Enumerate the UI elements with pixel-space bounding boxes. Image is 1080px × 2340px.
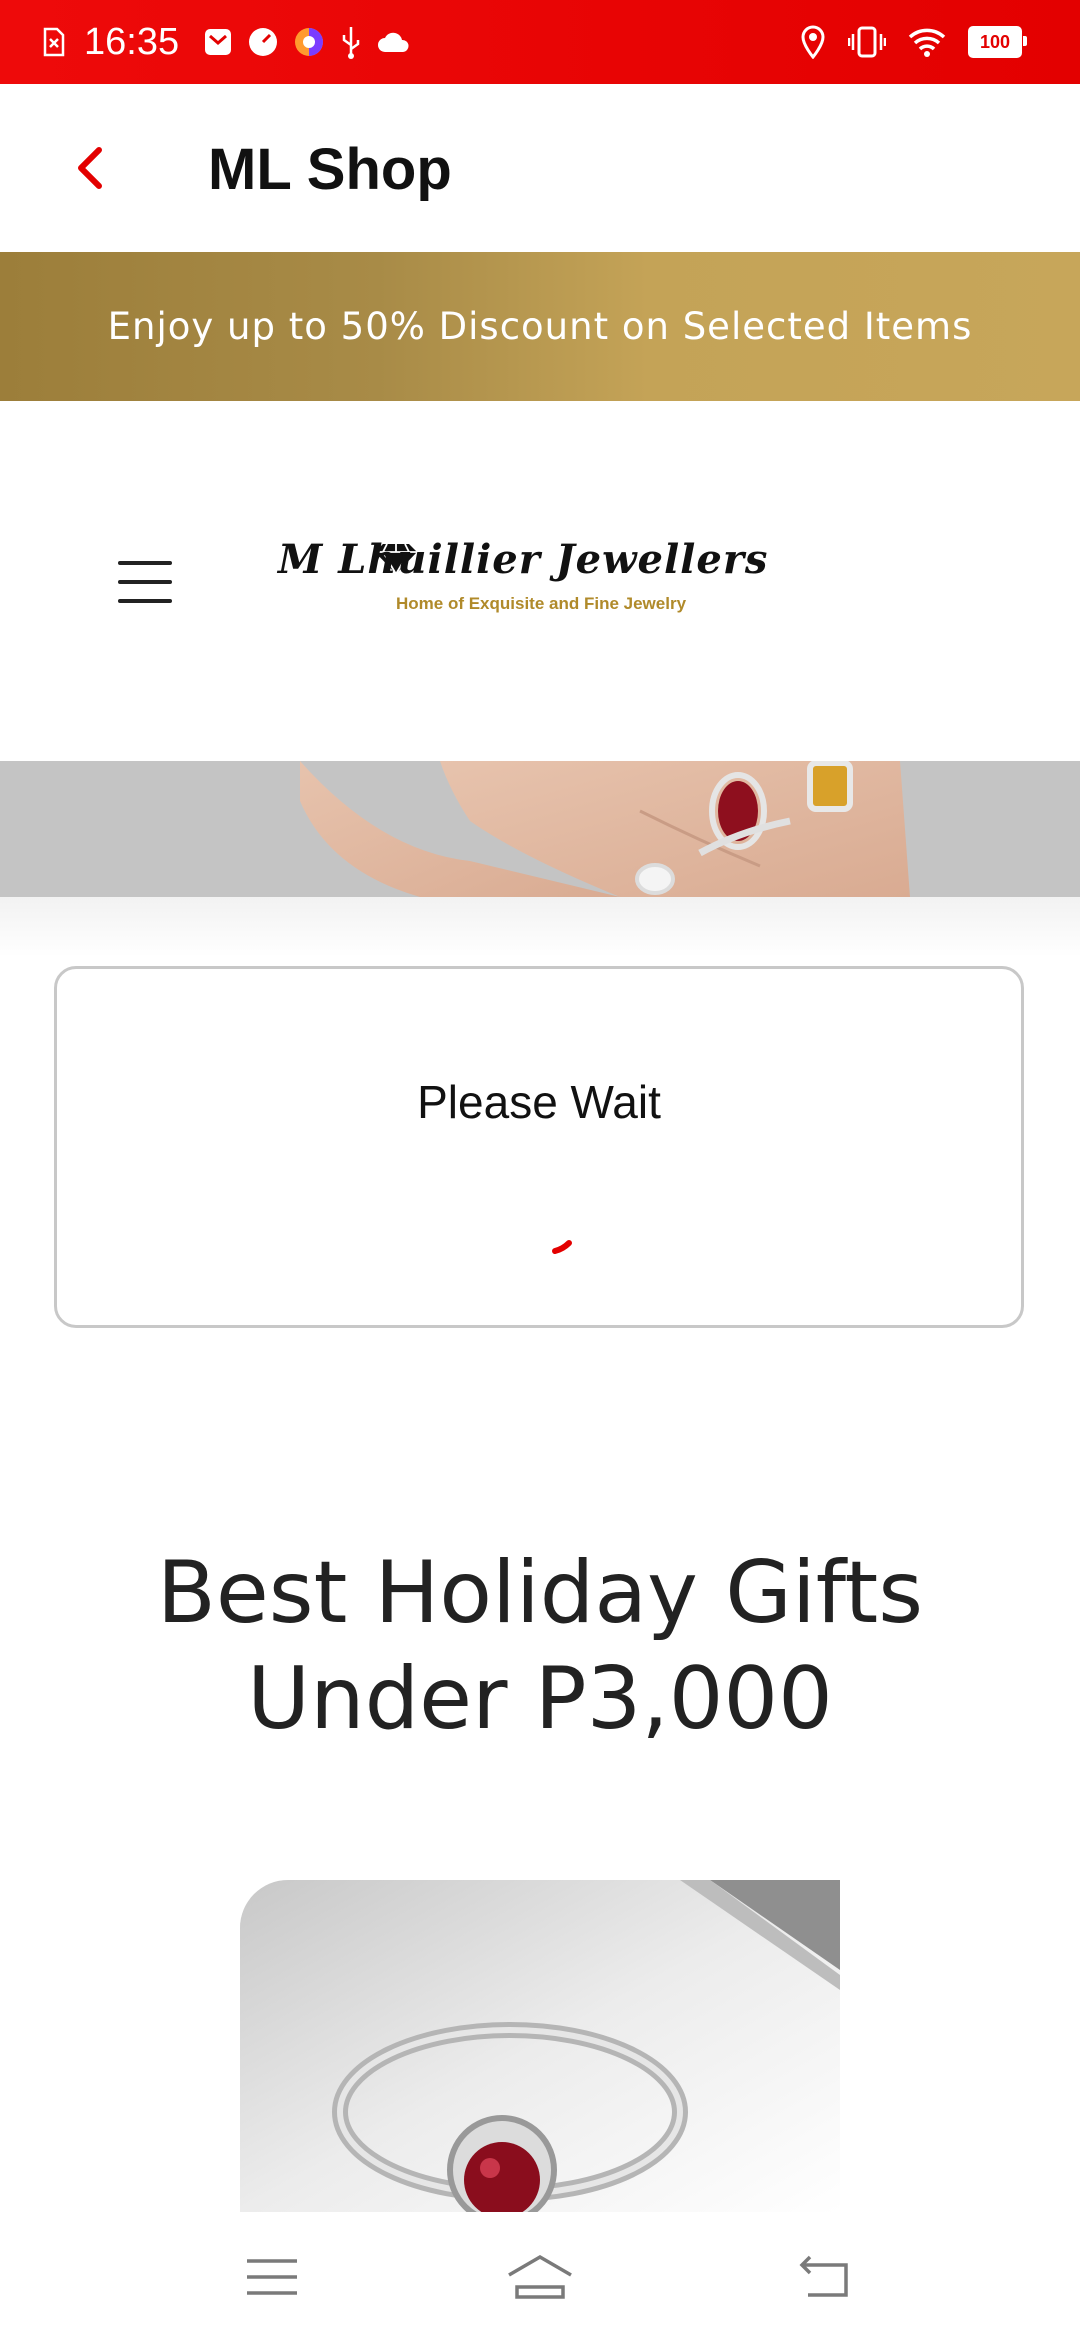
vibrate-icon — [848, 26, 886, 58]
loading-message: Please Wait — [417, 1076, 661, 1128]
status-bar: 16:35 100 — [0, 0, 1080, 84]
clock: 16:35 — [84, 20, 180, 63]
back-icon — [799, 2255, 848, 2297]
cloud-icon — [377, 30, 411, 54]
sim-error-icon — [42, 27, 66, 57]
promo-banner[interactable]: Enjoy up to 50% Discount on Selected Ite… — [0, 252, 1080, 401]
home-button[interactable] — [500, 2242, 580, 2312]
wifi-icon — [908, 27, 946, 57]
system-nav-bar — [0, 2212, 1080, 2340]
hero-banner-image[interactable] — [0, 761, 1080, 897]
loading-dialog: Please Wait — [54, 966, 1024, 1328]
hand-with-rings-image — [0, 761, 1080, 897]
back-button[interactable] — [60, 134, 120, 202]
recents-button[interactable] — [232, 2242, 312, 2312]
status-left: 16:35 — [42, 21, 411, 64]
site-header: M Lhuillier Jewellers Home of Exquisite … — [0, 401, 1080, 761]
browser-icon — [293, 26, 325, 58]
status-right: 100 — [800, 0, 1027, 84]
recents-icon — [247, 2259, 297, 2295]
hamburger-menu-icon[interactable] — [118, 561, 172, 607]
location-icon — [800, 25, 826, 59]
hero-fade — [0, 897, 1080, 957]
battery-icon: 100 — [968, 26, 1027, 58]
section-title: Best Holiday Gifts Under P3,000 — [156, 1543, 924, 1749]
mail-icon — [203, 27, 233, 57]
product-image[interactable] — [240, 1880, 840, 2212]
logo-name: M Lhuillier Jewellers — [278, 536, 769, 583]
logo-tagline: Home of Exquisite and Fine Jewelry — [396, 594, 687, 613]
app-bar: ML Shop — [0, 84, 1080, 252]
loading-spinner-icon — [552, 1240, 572, 1254]
ruby-ring-image — [240, 1880, 840, 2212]
page-title: ML Shop — [208, 137, 452, 202]
chevron-left-icon — [78, 147, 102, 189]
usb-icon — [339, 25, 363, 59]
back-nav-button[interactable] — [784, 2242, 864, 2312]
brand-logo[interactable]: M Lhuillier Jewellers Home of Exquisite … — [278, 536, 808, 626]
speed-icon — [247, 26, 279, 58]
home-icon — [508, 2254, 572, 2299]
promo-text: Enjoy up to 50% Discount on Selected Ite… — [107, 305, 973, 348]
